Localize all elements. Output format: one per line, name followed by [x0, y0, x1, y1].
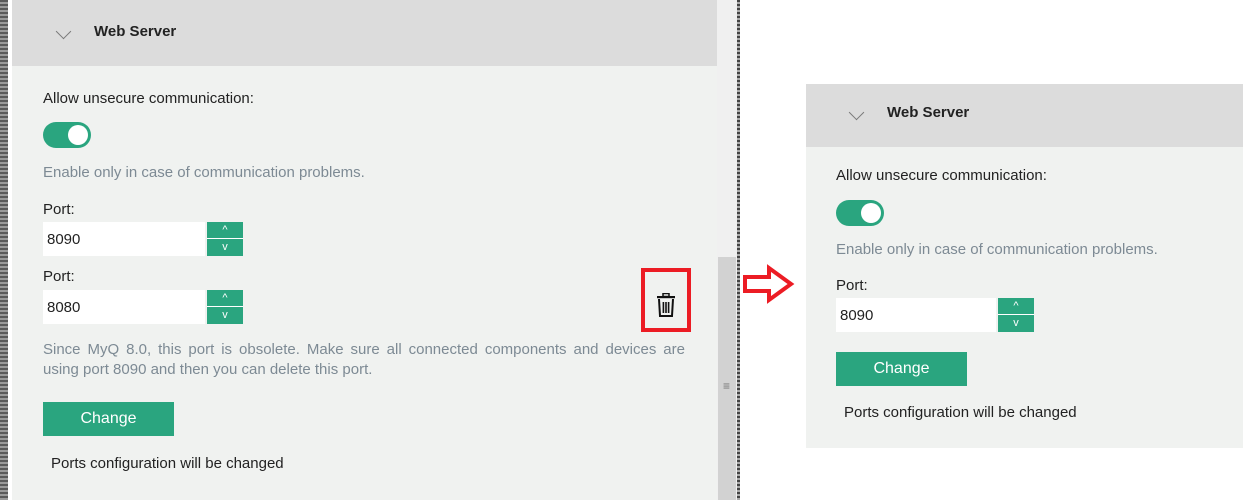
allow-unsecure-toggle[interactable] — [43, 122, 91, 148]
port-input-8090[interactable] — [836, 298, 996, 332]
change-button[interactable]: Change — [43, 402, 174, 436]
port-label: Port: — [43, 268, 75, 285]
allow-unsecure-label: Allow unsecure communication: — [43, 90, 254, 107]
stepper-down-icon[interactable]: v — [207, 239, 243, 256]
window-left-border — [0, 0, 8, 500]
trash-icon[interactable] — [656, 293, 676, 317]
toggle-knob — [861, 203, 881, 223]
web-server-panel-after: Web Server Allow unsecure communication:… — [806, 84, 1243, 448]
section-title: Web Server — [94, 23, 177, 40]
port-input-8080[interactable] — [43, 290, 205, 324]
toggle-knob — [68, 125, 88, 145]
stepper-up-icon[interactable]: ^ — [207, 290, 243, 307]
hint-text: Enable only in case of communication pro… — [836, 241, 1158, 258]
allow-unsecure-label: Allow unsecure communication: — [836, 167, 1047, 184]
hint-text: Enable only in case of communication pro… — [43, 164, 365, 181]
web-server-panel-before: Web Server Allow unsecure communication:… — [12, 0, 717, 500]
allow-unsecure-toggle[interactable] — [836, 200, 884, 226]
chevron-down-icon[interactable] — [55, 23, 72, 40]
port-label: Port: — [43, 201, 75, 218]
stepper-up-icon[interactable]: ^ — [998, 298, 1034, 315]
chevron-down-icon[interactable] — [848, 104, 865, 121]
port-input-8090[interactable] — [43, 222, 205, 256]
port-stepper[interactable]: ^ v — [207, 290, 243, 324]
port-label: Port: — [836, 277, 868, 294]
port-stepper[interactable]: ^ v — [207, 222, 243, 256]
port-stepper[interactable]: ^ v — [998, 298, 1034, 332]
change-button[interactable]: Change — [836, 352, 967, 386]
status-text: Ports configuration will be changed — [51, 455, 284, 472]
splitter-divider — [737, 0, 740, 500]
arrow-right-icon — [743, 264, 795, 304]
section-header[interactable]: Web Server — [12, 0, 717, 66]
section-title: Web Server — [887, 104, 970, 121]
stepper-down-icon[interactable]: v — [207, 307, 243, 324]
scroll-grip-icon: ≡ — [723, 379, 731, 393]
stepper-down-icon[interactable]: v — [998, 315, 1034, 332]
obsolete-port-note: Since MyQ 8.0, this port is obsolete. Ma… — [43, 341, 685, 378]
status-text: Ports configuration will be changed — [844, 404, 1077, 421]
stepper-up-icon[interactable]: ^ — [207, 222, 243, 239]
section-header[interactable]: Web Server — [806, 84, 1243, 147]
